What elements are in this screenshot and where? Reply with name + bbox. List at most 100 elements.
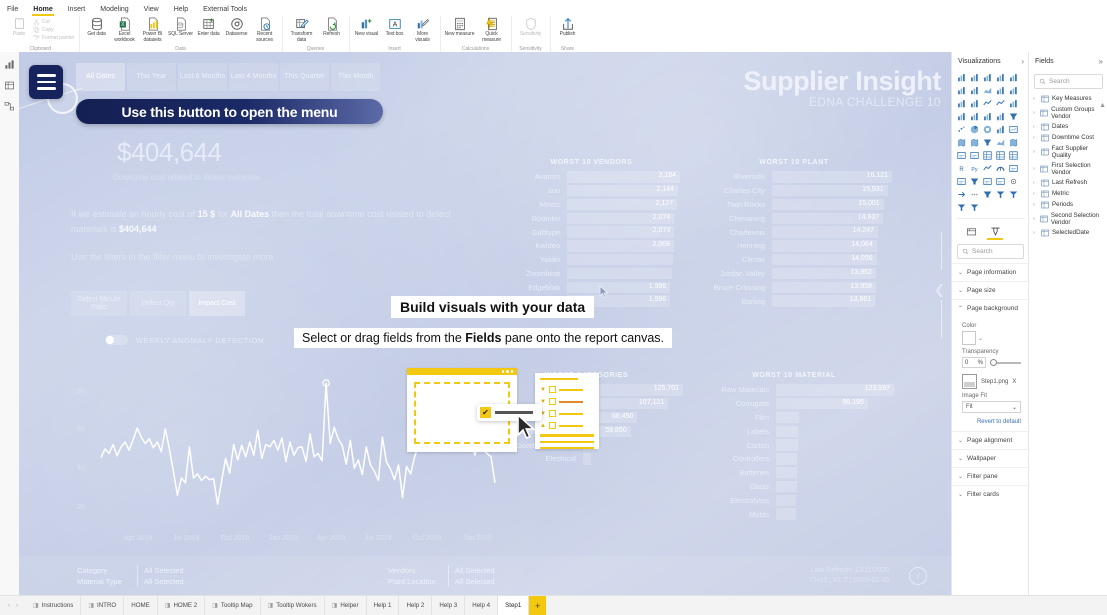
- section-wallpaper[interactable]: ⌄ Wallpaper: [952, 449, 1029, 467]
- visual-type-bars-icon[interactable]: [994, 84, 1006, 96]
- data-view-icon[interactable]: [4, 79, 16, 91]
- table-row[interactable]: Electrolytes: [699, 493, 889, 507]
- chevron-down-icon[interactable]: ⌄: [978, 335, 983, 342]
- fields-table-item[interactable]: › Periods: [1029, 199, 1107, 210]
- color-swatch[interactable]: [962, 331, 976, 345]
- section-filter-pane[interactable]: ⌄ Filter pane: [952, 467, 1029, 485]
- visual-type-matrix-icon[interactable]: [994, 149, 1006, 161]
- anomaly-toggle[interactable]: [105, 335, 128, 345]
- section-page-information[interactable]: ⌄ Page information: [952, 263, 1029, 281]
- visual-type-bars-icon[interactable]: [968, 110, 980, 122]
- table-row[interactable]: Raw Materials 123,597: [699, 383, 894, 397]
- table-row[interactable]: Kwideo 2,068: [504, 239, 679, 253]
- excel-workbook-button[interactable]: X Excel workbook: [112, 16, 138, 43]
- visual-type-card-icon[interactable]: [968, 149, 980, 161]
- quick-measure-button[interactable]: Quick measure: [477, 16, 507, 43]
- table-row[interactable]: Chesaning 14,937: [699, 211, 889, 225]
- cut-button[interactable]: Cut: [33, 18, 75, 25]
- visual-type-bars-icon[interactable]: [1007, 71, 1019, 83]
- visual-type-bars-icon[interactable]: [1007, 84, 1019, 96]
- page-tab-nav[interactable]: ‹ ›: [0, 603, 26, 609]
- table-row[interactable]: Zoombeat: [504, 267, 679, 281]
- visual-type-kpi-icon[interactable]: [1007, 123, 1019, 135]
- paste-button[interactable]: Paste: [6, 16, 32, 38]
- visual-type-slicer-icon[interactable]: [968, 201, 980, 213]
- new-measure-button[interactable]: New measure: [445, 16, 475, 38]
- table-row[interactable]: Charlevoix 14,247: [699, 225, 889, 239]
- visual-type-bars-icon[interactable]: [994, 123, 1006, 135]
- pane-scroll-up-icon[interactable]: ▲: [1099, 102, 1106, 109]
- page-tab-home[interactable]: HOME: [124, 596, 158, 615]
- new-visual-button[interactable]: New visual: [354, 16, 380, 38]
- model-view-icon[interactable]: [4, 100, 16, 112]
- report-view-icon[interactable]: [4, 58, 16, 70]
- menu-modeling[interactable]: Modeling: [99, 6, 129, 13]
- chevron-right-icon[interactable]: ›: [1033, 191, 1038, 197]
- date-option-last-6-months[interactable]: Last 6 Months: [178, 63, 227, 91]
- date-option-all-dates[interactable]: All Dates: [76, 63, 125, 91]
- collapse-panel-chevron-icon[interactable]: ❮: [934, 282, 945, 298]
- more-visuals-button[interactable]: More visuals: [410, 16, 436, 43]
- menu-view[interactable]: View: [143, 6, 160, 13]
- visual-type-line-icon[interactable]: [994, 97, 1006, 109]
- format-page-tab[interactable]: [987, 224, 1003, 240]
- date-option-this-quarter[interactable]: This Quarter: [280, 63, 329, 91]
- fields-table-item[interactable]: › Custom Groups Vendor: [1029, 104, 1107, 121]
- table-row[interactable]: Controllers: [699, 452, 889, 466]
- dataverse-button[interactable]: Dataverse: [224, 16, 250, 38]
- page-tab-help-1[interactable]: Help 1: [367, 596, 400, 615]
- date-option-this-year[interactable]: This Year: [127, 63, 176, 91]
- visual-type-card-icon[interactable]: [955, 175, 967, 187]
- visual-type-arrow-icon[interactable]: [955, 188, 967, 200]
- date-option-last-4-months[interactable]: Last 4 Months: [229, 63, 278, 91]
- table-row[interactable]: Riverside 16,121: [699, 170, 892, 184]
- page-tab-help-3[interactable]: Help 3: [432, 596, 466, 615]
- page-tab-instructions[interactable]: ◨ Instructions: [26, 596, 82, 615]
- visual-type-card-icon[interactable]: [1007, 162, 1019, 174]
- visual-type-bars-icon[interactable]: [955, 110, 967, 122]
- visual-type-bars-icon[interactable]: [1007, 97, 1019, 109]
- visual-type-bars-icon[interactable]: [968, 71, 980, 83]
- visual-type-bars-icon[interactable]: [981, 71, 993, 83]
- visual-type-gauge-icon[interactable]: [994, 162, 1006, 174]
- chevron-right-icon[interactable]: ›: [1033, 149, 1038, 155]
- transparency-slider[interactable]: [990, 357, 1021, 368]
- visual-type-scatter-icon[interactable]: [955, 123, 967, 135]
- get-data-button[interactable]: Get data: [84, 16, 110, 38]
- table-row[interactable]: Charles City 15,531: [699, 184, 889, 198]
- page-tab-helper[interactable]: ◨ Helper: [325, 596, 367, 615]
- visual-type-funnel-icon[interactable]: [968, 175, 980, 187]
- visual-type-pie-icon[interactable]: [968, 123, 980, 135]
- fields-table-item[interactable]: › Last Refresh: [1029, 177, 1107, 188]
- visual-type-funnel-icon[interactable]: [981, 188, 993, 200]
- table-row[interactable]: Corrugate 96,195: [699, 397, 889, 411]
- page-tab-tooltip-wokers[interactable]: ◨ Tooltip Wokers: [261, 596, 325, 615]
- visual-type-matrix-icon[interactable]: [981, 149, 993, 161]
- chevron-right-icon[interactable]: ›: [1033, 135, 1038, 141]
- visualizations-search-input[interactable]: Search: [957, 244, 1024, 259]
- table-row[interactable]: Edgeblab 1,996: [504, 280, 679, 294]
- recent-sources-button[interactable]: Recent sources: [252, 16, 278, 43]
- visual-type-map-icon[interactable]: [955, 136, 967, 148]
- visual-type-funnel-icon[interactable]: [1007, 110, 1019, 122]
- chevron-right-icon[interactable]: ›: [1033, 202, 1038, 208]
- table-row[interactable]: Barling 13,861: [699, 294, 889, 308]
- info-icon[interactable]: i: [909, 567, 927, 585]
- sql-server-button[interactable]: SQL Server: [168, 16, 194, 38]
- chevron-right-icon[interactable]: ›: [1033, 110, 1037, 116]
- table-row[interactable]: Electrical: [494, 452, 679, 466]
- table-row[interactable]: Roombo 2,074: [504, 211, 679, 225]
- menu-file[interactable]: File: [6, 6, 19, 13]
- date-slicer[interactable]: All Dates This Year Last 6 Months Last 4…: [76, 63, 380, 91]
- visual-type-gear-icon[interactable]: [1007, 175, 1019, 187]
- table-row[interactable]: Gabtype 2,073: [504, 225, 679, 239]
- fields-table-item[interactable]: › Key Measures: [1029, 93, 1107, 104]
- visual-type-gallery[interactable]: R Py: [952, 70, 1029, 216]
- visual-type-bars-icon[interactable]: [968, 84, 980, 96]
- sensitivity-button[interactable]: Sensitivity: [516, 16, 546, 38]
- anomaly-toggle-row[interactable]: WEEKLY ANOMALY DETECTION: [105, 335, 264, 345]
- visual-type-R-icon[interactable]: R: [955, 162, 967, 174]
- worst-10-vendors-visual[interactable]: WORST 10 VENDORS Avamm 2,184 Izio 2,144 Meet…: [504, 159, 680, 308]
- fields-table-item[interactable]: › SelectedDate: [1029, 227, 1107, 238]
- visual-type-bars-icon[interactable]: [994, 71, 1006, 83]
